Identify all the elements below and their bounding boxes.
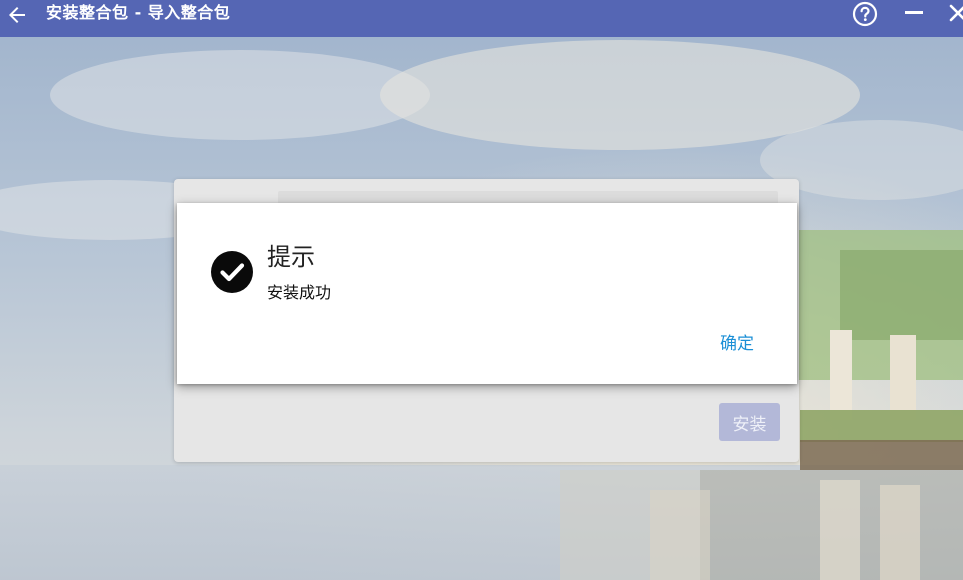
success-dialog: 提示 安装成功 确定: [177, 203, 797, 384]
confirm-button[interactable]: 确定: [705, 325, 769, 357]
minimize-button[interactable]: [902, 0, 926, 26]
help-button[interactable]: [851, 0, 879, 28]
check-circle-icon: [211, 251, 253, 293]
title-bar: 安装整合包 - 导入整合包: [0, 0, 963, 37]
minimize-icon: [905, 11, 923, 14]
install-button[interactable]: 安装: [719, 403, 780, 441]
back-arrow-icon: [9, 7, 25, 23]
dialog-message: 安装成功: [267, 283, 332, 302]
close-button[interactable]: [948, 0, 963, 26]
window-title: 安装整合包 - 导入整合包: [46, 3, 231, 22]
app-window: 安装整合包 - 导入整合包 安装 提示 安装成功 确定: [0, 0, 963, 580]
close-icon: [949, 4, 963, 22]
help-circle-icon: [852, 1, 878, 27]
back-button[interactable]: [0, 0, 34, 30]
dialog-title: 提示: [267, 243, 315, 271]
